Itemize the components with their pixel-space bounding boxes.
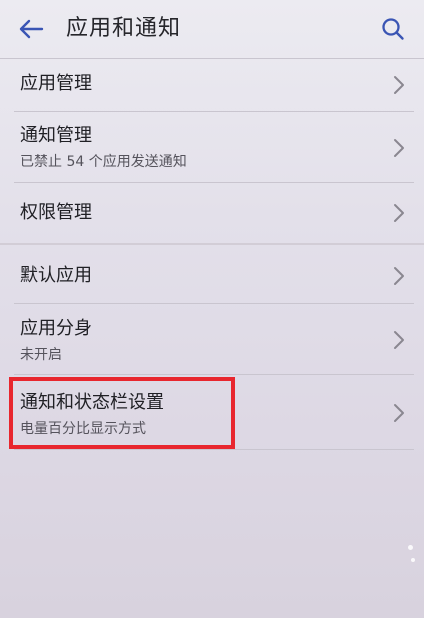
back-arrow-icon (19, 19, 44, 39)
item-divider (14, 449, 414, 450)
settings-item-notification-management[interactable]: 通知管理 已禁止 54 个应用发送通知 (0, 112, 424, 182)
item-subtitle: 未开启 (20, 347, 62, 363)
item-title: 权限管理 (20, 202, 92, 223)
item-title: 通知管理 (20, 125, 92, 146)
item-title: 默认应用 (20, 265, 92, 286)
item-subtitle: 已禁止 54 个应用发送通知 (20, 154, 187, 170)
chevron-right-icon (394, 267, 404, 285)
settings-item-default-apps[interactable]: 默认应用 (0, 247, 424, 303)
settings-item-permission-management[interactable]: 权限管理 (0, 183, 424, 239)
search-button[interactable] (378, 14, 408, 44)
item-title: 应用管理 (20, 73, 92, 94)
settings-item-app-management[interactable]: 应用管理 (0, 59, 424, 111)
page-title: 应用和通知 (66, 16, 182, 41)
settings-item-app-twin[interactable]: 应用分身 未开启 (0, 304, 424, 374)
chevron-right-icon (394, 139, 404, 157)
highlight-box (9, 377, 235, 449)
app-bar: 应用和通知 (0, 0, 424, 58)
chevron-right-icon (394, 404, 404, 422)
chevron-right-icon (394, 331, 404, 349)
chevron-right-icon (394, 204, 404, 222)
search-icon (382, 18, 404, 40)
screen-glare-dot (411, 558, 415, 562)
back-button[interactable] (14, 14, 48, 44)
item-title: 应用分身 (20, 318, 92, 339)
group-separator (0, 243, 424, 245)
chevron-right-icon (394, 76, 404, 94)
screen-glare-dot (408, 545, 413, 550)
